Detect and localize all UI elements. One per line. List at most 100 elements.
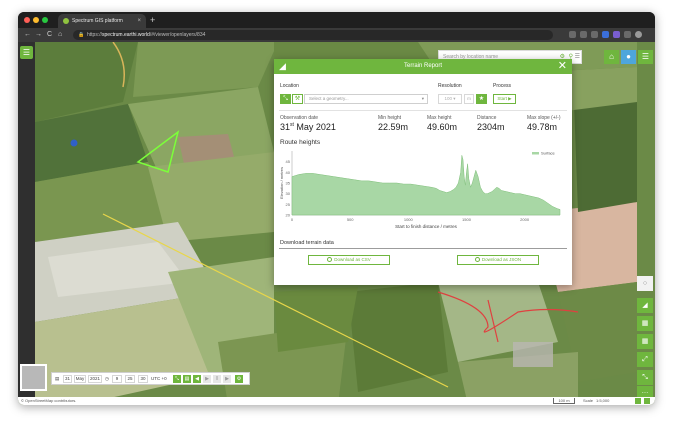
year-field[interactable]: 2021 xyxy=(88,375,102,383)
menu-icon[interactable]: ☰ xyxy=(638,50,653,64)
surface-series-area xyxy=(291,155,561,216)
ruler-tool-icon[interactable]: ◢ xyxy=(637,298,653,313)
minimap[interactable] xyxy=(20,364,47,391)
extension-icon[interactable] xyxy=(569,31,576,38)
resolution-select[interactable]: 100 ▾ xyxy=(438,94,462,104)
download-json-label: Download as JSON xyxy=(481,257,522,262)
new-tab-button[interactable]: + xyxy=(150,14,155,26)
circle-tool-icon[interactable]: ○ xyxy=(637,276,653,291)
start-button[interactable]: Start ▶ xyxy=(493,94,516,104)
settings-icon[interactable] xyxy=(644,398,650,404)
pause-icon[interactable]: ‖ xyxy=(213,375,221,383)
max-height-value: 49.60m xyxy=(427,122,458,132)
x-tick-label: 1500 xyxy=(462,217,472,222)
step-back-icon[interactable]: ◀ xyxy=(193,375,201,383)
divider xyxy=(279,248,567,249)
play-icon[interactable]: ▶ xyxy=(203,375,211,383)
menu-icon[interactable] xyxy=(646,31,649,38)
browser-window: Spectrum GIS platform × + ← → C ⌂ 🔒 http… xyxy=(18,12,655,405)
min-height-value: 22.59m xyxy=(378,122,409,132)
key-icon[interactable] xyxy=(580,31,587,38)
tools-icon[interactable]: ⚒ xyxy=(292,94,303,104)
home-button[interactable]: ⌂ xyxy=(58,29,62,41)
draw-route-icon[interactable]: ⤡ xyxy=(280,94,291,104)
download-icon xyxy=(327,257,333,262)
legend-label: Surface xyxy=(541,151,556,156)
download-json-button[interactable]: Download as JSON xyxy=(457,255,539,265)
calendar-icon: ▤ xyxy=(55,376,60,381)
geometry-select[interactable]: Select a geometry... ▾ xyxy=(304,94,428,104)
y-tick-label: 25 xyxy=(286,202,291,207)
download-icon xyxy=(474,257,480,262)
calendar-icon[interactable]: ▤ xyxy=(183,375,191,383)
panel-header: ◢ Terrain Report ✕ xyxy=(274,59,572,74)
step-forward-icon[interactable]: ▶ xyxy=(223,375,231,383)
expand-icon[interactable]: ⤡ xyxy=(173,375,181,383)
max-slope-label: Max slope (+/-) xyxy=(527,115,561,121)
route-height-chart: 2025303540450 500 1000 1500 2000Elevation / … xyxy=(279,151,561,229)
y-tick-label: 35 xyxy=(286,181,291,186)
favicon-icon xyxy=(63,18,69,24)
puzzle-icon[interactable] xyxy=(624,31,631,38)
fullscreen-icon[interactable]: ⤡ xyxy=(637,370,653,385)
max-slope-value: 49.78m xyxy=(527,122,558,132)
favourite-icon[interactable]: ★ xyxy=(476,94,487,104)
user-icon[interactable]: ● xyxy=(621,50,636,64)
tab-close-icon[interactable]: × xyxy=(137,14,141,28)
list-icon[interactable]: ☰ xyxy=(575,51,580,63)
chevron-down-icon: ▾ xyxy=(421,96,424,101)
extension-icon[interactable] xyxy=(613,31,620,38)
layers-icon[interactable]: ☰ xyxy=(20,46,33,59)
lock-icon: 🔒 xyxy=(78,32,85,38)
observation-date-value: 31st May 2021 xyxy=(280,122,336,132)
browser-toolbar: ← → C ⌂ 🔒 https://spectrum.earthi.world/… xyxy=(18,28,655,42)
hour-field[interactable]: 9 xyxy=(112,375,122,383)
y-axis-label: Elevation / metres xyxy=(279,167,284,199)
download-csv-button[interactable]: Download as CSV xyxy=(308,255,390,265)
x-tick-label: 500 xyxy=(347,217,354,222)
resolution-label: Resolution xyxy=(438,83,462,89)
time-control-bar: ▤ 31 May 2021 ◷ 9 25 30 UTC +0 ⤡ ▤ ◀ ▶ ‖… xyxy=(51,372,250,385)
back-button[interactable]: ← xyxy=(24,29,31,41)
day-field[interactable]: 31 xyxy=(63,375,72,383)
x-tick-label: 0 xyxy=(291,217,294,222)
download-csv-label: Download as CSV xyxy=(334,257,371,262)
minimize-window-button[interactable] xyxy=(33,17,39,23)
download-title: Download terrain data xyxy=(280,240,334,246)
reload-button[interactable]: C xyxy=(47,29,52,41)
url-host: spectrum.earthi.world xyxy=(102,32,150,38)
home-icon[interactable]: ⌂ xyxy=(604,50,619,64)
scale-select[interactable]: 1:5,000 xyxy=(596,397,609,405)
attribution: © OpenStreetMap contributors. xyxy=(21,398,77,403)
ruler-icon: ◢ xyxy=(279,61,286,71)
lock-icon[interactable] xyxy=(635,398,641,404)
extension-icon[interactable] xyxy=(602,31,609,38)
more-icon[interactable]: … xyxy=(637,386,653,397)
settings-icon[interactable]: ⚙ xyxy=(235,375,243,383)
scale-bar: 100 m xyxy=(553,398,575,404)
divider xyxy=(279,110,567,111)
second-field[interactable]: 30 xyxy=(138,375,148,383)
clock-icon: ◷ xyxy=(105,376,109,381)
terrain-report-panel: ◢ Terrain Report ✕ Location ⤡ ⚒ Select a… xyxy=(274,59,572,285)
chart-tool-icon[interactable]: ▦ xyxy=(637,334,653,349)
x-tick-label: 1000 xyxy=(404,217,414,222)
address-bar[interactable]: 🔒 https://spectrum.earthi.world/#/viewer… xyxy=(73,30,553,40)
browser-tab[interactable]: Spectrum GIS platform × xyxy=(58,14,146,28)
close-icon[interactable]: ✕ xyxy=(558,59,567,74)
star-icon[interactable] xyxy=(591,31,598,38)
resolution-value: 100 xyxy=(444,96,452,101)
profile-avatar[interactable] xyxy=(635,31,642,38)
max-height-label: Max height xyxy=(427,115,452,121)
minute-field[interactable]: 25 xyxy=(125,375,135,383)
y-tick-label: 30 xyxy=(286,191,291,196)
maximize-window-button[interactable] xyxy=(42,17,48,23)
browser-tab-bar: Spectrum GIS platform × + xyxy=(18,12,655,28)
image-tool-icon[interactable]: ▦ xyxy=(637,316,653,331)
close-window-button[interactable] xyxy=(24,17,30,23)
panel-title: Terrain Report xyxy=(403,63,442,69)
forward-button[interactable]: → xyxy=(35,29,42,41)
month-field[interactable]: May xyxy=(74,375,86,383)
expand-icon[interactable]: ⤢ xyxy=(637,352,653,367)
map-status-bar: © OpenStreetMap contributors. 100 m Scal… xyxy=(18,397,655,405)
